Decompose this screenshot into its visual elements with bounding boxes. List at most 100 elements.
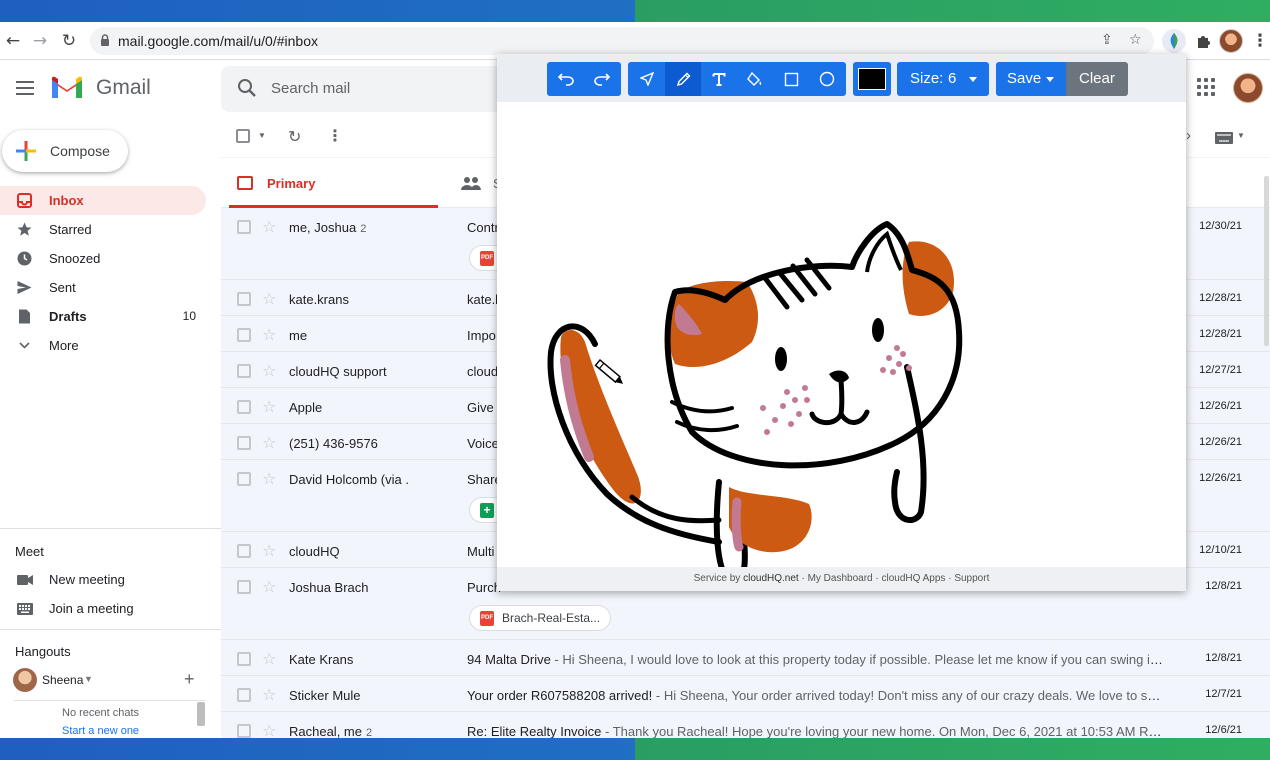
star-icon[interactable]: ☆ — [262, 577, 276, 596]
star-icon[interactable]: ☆ — [262, 217, 276, 236]
input-tools-keyboard-icon[interactable] — [1215, 132, 1233, 144]
sidebar-item-drafts[interactable]: Drafts 10 — [0, 302, 206, 331]
add-chat-icon[interactable]: + — [184, 669, 195, 690]
row-checkbox[interactable] — [237, 580, 251, 594]
row-checkbox[interactable] — [237, 544, 251, 558]
cloudhq-link[interactable]: cloudHQ.net — [743, 573, 799, 584]
lock-icon — [101, 34, 109, 46]
people-icon[interactable] — [461, 176, 481, 190]
apps-link[interactable]: cloudHQ Apps — [882, 573, 946, 584]
hangouts-avatar[interactable] — [13, 668, 37, 692]
url-text: mail.google.com/mail/u/0/#inbox — [118, 33, 318, 49]
address-bar[interactable]: mail.google.com/mail/u/0/#inbox ⇪ ☆ — [90, 27, 1154, 55]
tab-primary[interactable]: Primary — [229, 158, 438, 208]
hangouts-user-name[interactable]: Sheena — [42, 673, 83, 687]
row-checkbox[interactable] — [237, 688, 251, 702]
row-checkbox[interactable] — [237, 364, 251, 378]
email-row[interactable]: ☆ Kate Krans 94 Malta Drive - Hi Sheena, I… — [221, 640, 1270, 676]
email-row[interactable]: ☆ Sticker Mule Your order R607588208 arriv… — [221, 676, 1270, 712]
profile-avatar-icon[interactable] — [1219, 29, 1243, 53]
search-bar[interactable]: Search mail — [221, 66, 511, 112]
sidebar-item-snoozed[interactable]: Snoozed — [0, 244, 206, 273]
row-checkbox[interactable] — [237, 472, 251, 486]
select-all-checkbox[interactable] — [236, 129, 250, 143]
share-icon[interactable]: ⇪ — [1101, 32, 1113, 48]
refresh-icon[interactable]: ↻ — [288, 127, 301, 146]
compose-button[interactable]: Compose — [2, 130, 128, 172]
redo-button[interactable] — [584, 62, 620, 96]
forward-icon[interactable]: → — [29, 30, 51, 52]
clear-button[interactable]: Clear — [1066, 62, 1128, 96]
support-link[interactable]: Support — [954, 573, 989, 584]
star-icon[interactable]: ☆ — [262, 541, 276, 560]
back-icon[interactable]: ← — [2, 30, 24, 52]
fill-tool-button[interactable] — [737, 62, 773, 96]
size-label: Size: — [910, 70, 944, 87]
star-icon — [17, 222, 32, 236]
page-scrollbar[interactable] — [1264, 176, 1269, 346]
send-icon — [17, 281, 32, 294]
more-options-icon[interactable]: ⋮ — [327, 126, 343, 146]
star-icon[interactable]: ☆ — [262, 685, 276, 704]
browser-menu-icon[interactable]: ⋮ — [1249, 30, 1270, 52]
color-picker-button[interactable] — [853, 62, 891, 96]
reload-icon[interactable]: ↻ — [58, 30, 80, 52]
sidebar-divider — [0, 528, 221, 529]
undo-button[interactable] — [548, 62, 584, 96]
star-icon[interactable]: ☆ — [262, 649, 276, 668]
email-sender: cloudHQ — [289, 544, 340, 559]
text-tool-button[interactable] — [701, 62, 737, 96]
inbox-icon — [17, 193, 32, 208]
sender-name: me — [289, 328, 308, 343]
start-chat-link[interactable]: Start a new one — [62, 725, 139, 737]
row-checkbox[interactable] — [237, 292, 251, 306]
pdf-file-icon: PDF — [480, 251, 494, 266]
draft-icon — [19, 309, 30, 324]
save-button[interactable]: Save — [996, 62, 1066, 96]
pencil-tool-button[interactable] — [665, 62, 701, 96]
keyboard-icon — [17, 603, 33, 615]
row-checkbox[interactable] — [237, 400, 251, 414]
caret-down-icon[interactable]: ▼ — [1237, 131, 1245, 140]
pencil-cursor-icon — [594, 358, 624, 384]
google-apps-icon[interactable] — [1197, 78, 1215, 96]
size-value: 6 — [948, 70, 957, 87]
caret-down-icon — [969, 77, 977, 82]
search-input[interactable]: Search mail — [271, 80, 350, 97]
account-avatar[interactable] — [1233, 73, 1263, 103]
main-menu-icon[interactable] — [16, 81, 34, 95]
dashboard-link[interactable]: My Dashboard — [808, 573, 873, 584]
text-icon — [712, 73, 726, 86]
gmail-brand: Gmail — [96, 76, 151, 99]
star-icon[interactable]: ☆ — [262, 289, 276, 308]
extensions-puzzle-icon[interactable] — [1191, 29, 1215, 53]
bookmark-star-icon[interactable]: ☆ — [1129, 32, 1142, 48]
search-icon[interactable] — [237, 78, 257, 98]
star-icon[interactable]: ☆ — [262, 469, 276, 488]
star-icon[interactable]: ☆ — [262, 397, 276, 416]
row-checkbox[interactable] — [237, 436, 251, 450]
chat-scrollbar[interactable] — [197, 702, 205, 726]
sidebar-item-more[interactable]: More — [0, 331, 206, 360]
star-icon[interactable]: ☆ — [262, 361, 276, 380]
caret-down-icon[interactable]: ▼ — [84, 674, 93, 684]
row-checkbox[interactable] — [237, 724, 251, 738]
sidebar-item-sent[interactable]: Sent — [0, 273, 206, 302]
row-checkbox[interactable] — [237, 328, 251, 342]
rectangle-tool-button[interactable] — [773, 62, 809, 96]
next-page-icon[interactable]: › — [1186, 127, 1191, 144]
drawing-canvas[interactable] — [497, 102, 1186, 586]
star-icon[interactable]: ☆ — [262, 433, 276, 452]
row-checkbox[interactable] — [237, 652, 251, 666]
ellipse-tool-button[interactable] — [809, 62, 845, 96]
pointer-tool-button[interactable] — [629, 62, 665, 96]
star-icon[interactable]: ☆ — [262, 325, 276, 344]
row-checkbox[interactable] — [237, 220, 251, 234]
cloudhq-extension-icon[interactable] — [1162, 29, 1186, 53]
attachment-chip[interactable]: PDF Brach-Real-Esta... — [469, 605, 611, 631]
caret-down-icon[interactable]: ▼ — [258, 131, 266, 140]
sidebar-item-starred[interactable]: Starred — [0, 215, 206, 244]
size-dropdown[interactable]: Size: 6 — [897, 62, 989, 96]
sidebar-item-label: Drafts — [49, 309, 87, 324]
sidebar-item-inbox[interactable]: Inbox — [0, 186, 206, 215]
